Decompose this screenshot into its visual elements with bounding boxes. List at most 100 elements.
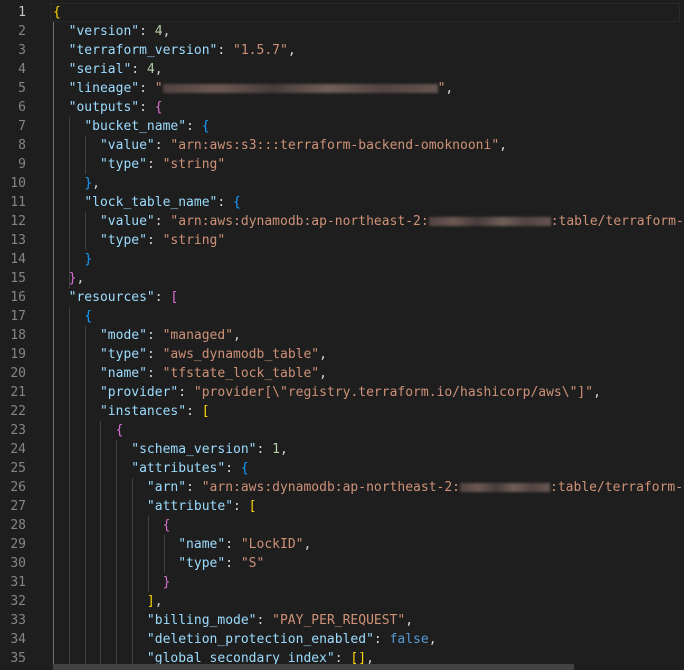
- json-key: "deletion_protection_enabled": [146, 632, 374, 647]
- line-number: 19: [10, 347, 26, 362]
- line-number: 2: [18, 24, 26, 39]
- json-key: "resources": [68, 290, 155, 305]
- json-key: "outputs": [68, 100, 140, 115]
- code-editor[interactable]: 1 2 3 4 5 6 7 8 9 10 11 12 13 14 15 16 1…: [0, 0, 684, 670]
- brace: {: [53, 5, 61, 20]
- json-boolean: false: [389, 632, 429, 647]
- code-content[interactable]: { "version": 4, "terraform_version": "1.…: [53, 3, 684, 668]
- brace: {: [115, 423, 124, 438]
- brace: }: [84, 252, 93, 267]
- code-line: "instances": [: [99, 404, 210, 419]
- json-key: "value": [99, 214, 155, 229]
- json-number: 1: [272, 442, 280, 457]
- line-number: 7: [18, 119, 26, 134]
- line-number: 30: [10, 556, 26, 571]
- json-string: ": [154, 81, 163, 96]
- brace: {: [201, 119, 210, 134]
- code-line: "provider": "provider[\"registry.terrafo…: [99, 385, 601, 400]
- brace: {: [240, 461, 249, 476]
- line-number: 1: [18, 5, 26, 20]
- brace: }: [84, 176, 93, 191]
- code-line: "mode": "managed",: [99, 328, 241, 343]
- line-number: 24: [10, 442, 26, 457]
- line-number-gutter: 1 2 3 4 5 6 7 8 9 10 11 12 13 14 15 16 1…: [0, 3, 40, 668]
- line-number: 21: [10, 385, 26, 400]
- json-key: "mode": [99, 328, 147, 343]
- code-line: }: [53, 573, 684, 592]
- line-number: 23: [10, 423, 26, 438]
- line-number: 31: [10, 575, 26, 590]
- json-key: "name": [99, 366, 147, 381]
- json-string: "arn:aws:dynamodb:ap-northeast-2:: [170, 214, 429, 229]
- code-line: "billing_mode": "PAY_PER_REQUEST",: [146, 613, 414, 628]
- json-string: :table/terraform-lock-: [550, 214, 684, 229]
- code-line: },: [68, 271, 85, 286]
- json-string: :table/terraform-l: [550, 480, 684, 495]
- json-string: "LockID": [240, 537, 304, 552]
- brace: {: [84, 309, 93, 324]
- json-string: "string": [162, 157, 226, 172]
- code-line: "outputs": {: [68, 100, 163, 115]
- line-number: 16: [10, 290, 26, 305]
- code-line: "bucket_name": {: [84, 119, 210, 134]
- json-string: "arn:aws:dynamodb:ap-northeast-2:: [201, 480, 460, 495]
- line-number: 26: [10, 480, 26, 495]
- json-string: "provider[\"registry.terraform.io/hashic…: [193, 385, 594, 400]
- json-key: "type": [99, 157, 147, 172]
- json-key: "attributes": [131, 461, 226, 476]
- json-string: "aws_dynamodb_table": [162, 347, 320, 362]
- json-key: "billing_mode": [146, 613, 257, 628]
- json-key: "type": [178, 556, 226, 571]
- line-number: 14: [10, 252, 26, 267]
- json-string: "tfstate_lock_table": [162, 366, 320, 381]
- json-string: "S": [240, 556, 265, 571]
- code-line: "terraform_version": "1.5.7",: [68, 43, 296, 58]
- json-key: "schema_version": [131, 442, 257, 457]
- line-number: 13: [10, 233, 26, 248]
- code-line: "serial": 4,: [68, 62, 163, 77]
- code-line: "value": "arn:aws:s3:::terraform-backend…: [99, 138, 507, 153]
- redacted-value: [162, 84, 438, 93]
- json-key: "arn": [146, 480, 187, 495]
- json-string: "string": [162, 233, 226, 248]
- bracket: [: [201, 404, 210, 419]
- code-line: "deletion_protection_enabled": false,: [146, 632, 437, 647]
- bracket: [: [248, 499, 257, 514]
- line-number: 27: [10, 499, 26, 514]
- json-key: "instances": [99, 404, 187, 419]
- line-number: 32: [10, 594, 26, 609]
- json-key: "terraform_version": [68, 43, 218, 58]
- code-line: "type": "string": [99, 233, 226, 248]
- line-number: 18: [10, 328, 26, 343]
- code-line: "name": "tfstate_lock_table",: [99, 366, 327, 381]
- horizontal-scrollbar[interactable]: [53, 664, 574, 670]
- json-string: "managed": [162, 328, 234, 343]
- code-line: "arn": "arn:aws:dynamodb:ap-northeast-2:…: [53, 478, 684, 497]
- code-line: "attribute": [: [146, 499, 257, 514]
- json-key: "name": [178, 537, 226, 552]
- line-number: 17: [10, 309, 26, 324]
- code-line: "lock_table_name": {: [84, 195, 241, 210]
- json-string: "PAY_PER_REQUEST": [272, 613, 406, 628]
- line-number: 4: [18, 62, 26, 77]
- line-number: 20: [10, 366, 26, 381]
- code-line: }: [53, 250, 684, 269]
- brace: {: [154, 100, 163, 115]
- json-key: "type": [99, 347, 147, 362]
- line-number: 8: [18, 138, 26, 153]
- json-key: "lineage": [68, 81, 140, 96]
- code-line: "type": "string": [99, 157, 226, 172]
- line-number: 34: [10, 632, 26, 647]
- line-number: 5: [18, 81, 26, 96]
- line-number: 15: [10, 271, 26, 286]
- redacted-value: [460, 483, 550, 492]
- line-number: 11: [10, 195, 26, 210]
- code-line: "value": "arn:aws:dynamodb:ap-northeast-…: [53, 212, 684, 231]
- code-line: {: [53, 307, 684, 326]
- json-key: "lock_table_name": [84, 195, 218, 210]
- code-line: {: [53, 421, 684, 440]
- code-line: {: [53, 516, 684, 535]
- bracket: ]: [146, 594, 155, 609]
- code-line: "name": "LockID",: [178, 537, 312, 552]
- line-number: 28: [10, 518, 26, 533]
